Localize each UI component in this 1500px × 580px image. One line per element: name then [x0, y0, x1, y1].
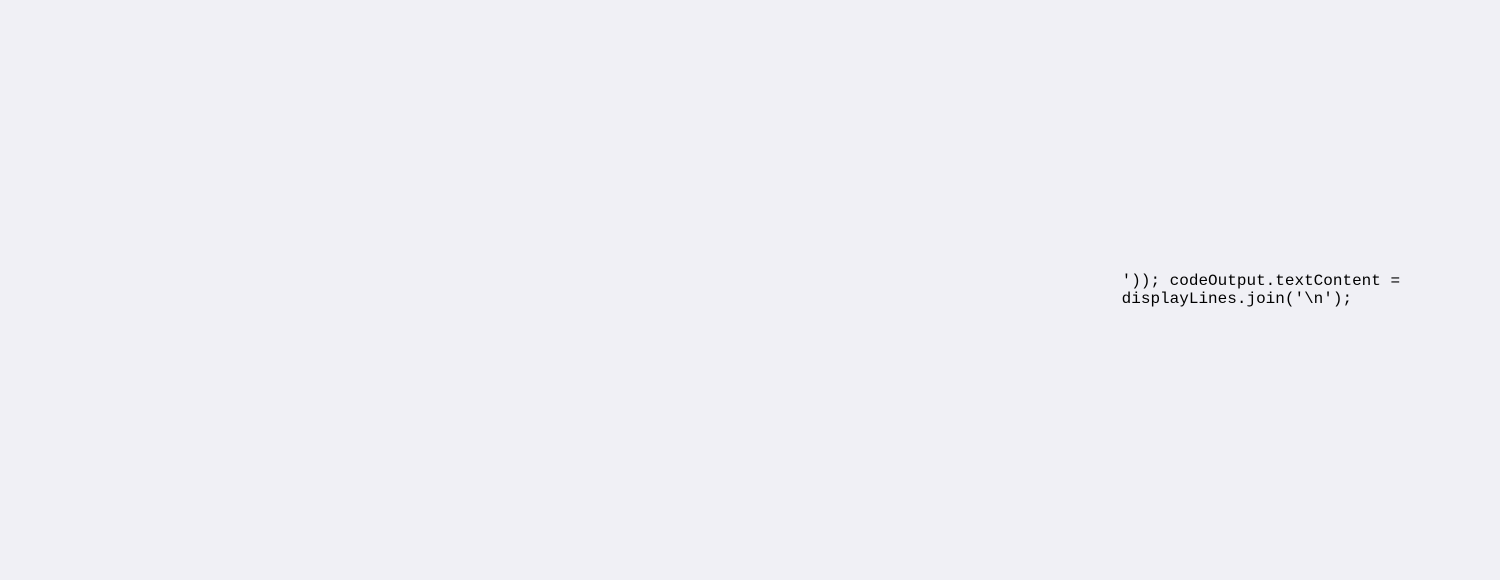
- code-block: [0, 0, 1122, 580]
